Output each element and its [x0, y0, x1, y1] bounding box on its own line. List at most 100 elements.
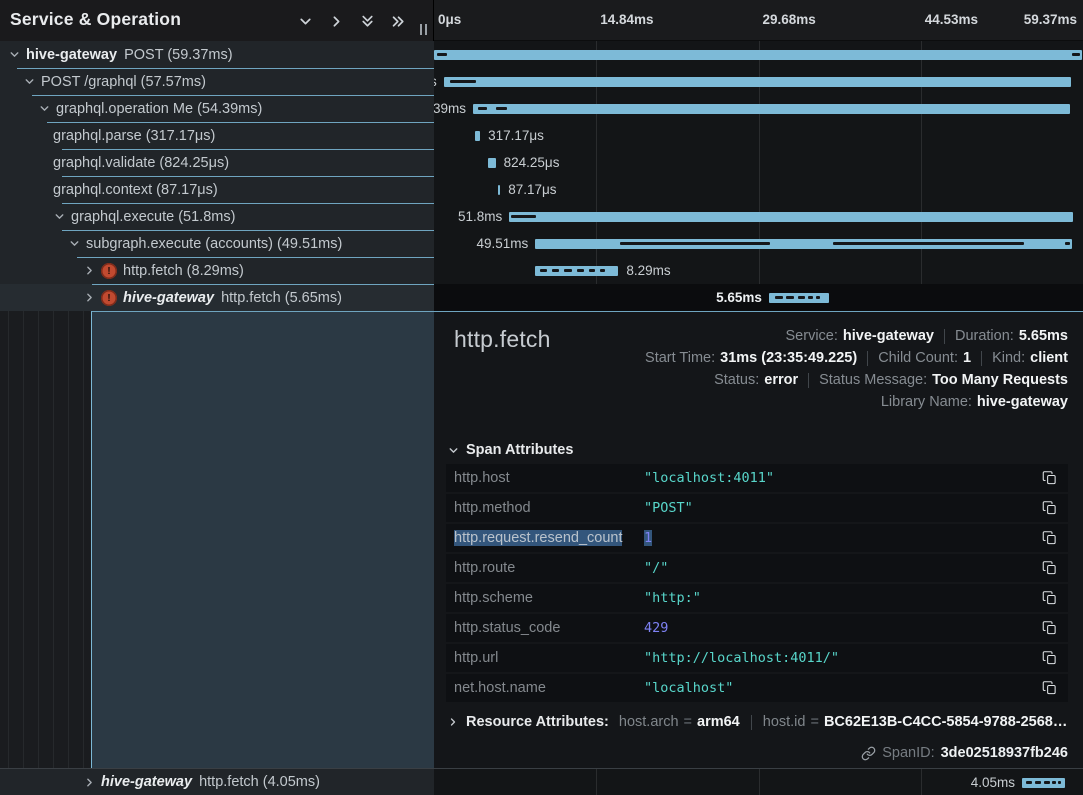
span-attributes-header[interactable]: Span Attributes	[447, 442, 573, 458]
span-tree-row[interactable]: hive-gatewayhttp.fetch (4.05ms)	[0, 768, 434, 795]
span-duration-bar[interactable]	[473, 104, 1070, 114]
timeline-bar-row[interactable]: 87.17μs	[434, 176, 1083, 203]
expand-one-chevron-right-icon[interactable]	[325, 10, 347, 32]
attribute-value: 1	[644, 530, 652, 546]
chevron-down-icon[interactable]	[23, 75, 37, 89]
collapse-one-chevron-down-icon[interactable]	[294, 10, 316, 32]
child-span-mark	[552, 269, 559, 272]
row-underline	[17, 68, 434, 69]
copy-icon[interactable]	[1042, 650, 1058, 666]
span-operation-name: POST (59.37ms)	[124, 47, 233, 63]
bar-duration-label: 824.25μs	[504, 155, 560, 170]
span-operation-name: graphql.execute (51.8ms)	[71, 209, 235, 225]
span-tree-row[interactable]: !hive-gatewayhttp.fetch (5.65ms)	[0, 284, 434, 311]
timeline-bar-row[interactable]: 8.29ms	[434, 257, 1083, 284]
span-attributes-table: http.host"localhost:4011"http.method"POS…	[446, 464, 1068, 704]
span-tree-row[interactable]: !http.fetch (8.29ms)	[0, 257, 434, 284]
timeline-bar-row[interactable]: 54.39ms	[434, 95, 1083, 122]
copy-icon[interactable]	[1042, 500, 1058, 516]
meta-divider	[981, 351, 982, 366]
timeline-bar-row[interactable]	[434, 41, 1083, 68]
row-underline	[77, 257, 434, 258]
resource-attributes-row[interactable]: Resource Attributes: host.arch=arm64host…	[447, 714, 1067, 730]
timeline-tick: 59.37ms	[1024, 12, 1077, 27]
meta-value: error	[764, 372, 798, 388]
meta-label: Library Name:	[881, 394, 972, 410]
child-span-mark	[496, 107, 507, 110]
bar-duration-label: 317.17μs	[488, 128, 544, 143]
chevron-right-icon[interactable]	[83, 264, 97, 278]
span-tree-row[interactable]: POST /graphql (57.57ms)	[0, 68, 434, 95]
child-span-mark	[564, 269, 571, 272]
span-id-value: 3de02518937fb246	[941, 745, 1068, 761]
span-tree: hive-gatewayPOST (59.37ms) POST /graphql …	[0, 41, 434, 311]
child-span-mark	[437, 53, 447, 56]
span-duration-bar[interactable]	[444, 77, 1071, 87]
child-span-mark	[775, 296, 783, 299]
span-duration-bar[interactable]	[488, 158, 496, 168]
timeline-bar-row[interactable]: 57.57ms	[434, 68, 1083, 95]
meta-value: hive-gateway	[843, 328, 934, 344]
chevron-right-icon[interactable]	[83, 291, 97, 305]
span-tree-row[interactable]: graphql.validate (824.25μs)	[0, 149, 434, 176]
span-tree-row[interactable]: graphql.context (87.17μs)	[0, 176, 434, 203]
chevron-down-icon[interactable]	[38, 102, 52, 116]
chevron-right-icon[interactable]	[83, 775, 97, 789]
panel-resize-handle[interactable]	[420, 24, 427, 35]
meta-value: Too Many Requests	[932, 372, 1068, 388]
timeline-bar-row[interactable]: 51.8ms	[434, 203, 1083, 230]
child-span-mark	[816, 296, 820, 299]
chevron-down-icon[interactable]	[8, 48, 22, 62]
timeline-bar-row[interactable]: 4.05ms	[434, 769, 1083, 795]
span-meta-item: Status:error	[714, 372, 798, 388]
tree-header-actions	[294, 10, 409, 32]
timeline-bar-row[interactable]: 49.51ms	[434, 230, 1083, 257]
span-operation-name: POST /graphql (57.57ms)	[41, 74, 206, 90]
resource-divider	[751, 715, 752, 730]
span-duration-bar[interactable]	[434, 50, 1082, 60]
copy-icon[interactable]	[1042, 620, 1058, 636]
chevron-down-icon[interactable]	[53, 210, 67, 224]
meta-value: client	[1030, 350, 1068, 366]
link-icon[interactable]	[861, 746, 876, 761]
copy-icon[interactable]	[1042, 560, 1058, 576]
chevron-down-icon[interactable]	[68, 237, 82, 251]
span-tree-row[interactable]: graphql.execute (51.8ms)	[0, 203, 434, 230]
span-tree-panel: Service & Operation hive-gatewayPOST (59…	[0, 0, 434, 795]
span-tree-row[interactable]: graphql.operation Me (54.39ms)	[0, 95, 434, 122]
span-duration-bar[interactable]	[475, 131, 480, 141]
copy-icon[interactable]	[1042, 590, 1058, 606]
span-tree-row[interactable]: hive-gatewayPOST (59.37ms)	[0, 41, 434, 68]
span-meta-item: Duration:5.65ms	[955, 328, 1068, 344]
span-meta-item: Library Name:hive-gateway	[881, 394, 1068, 410]
span-meta: Service:hive-gateway Duration:5.65ms Start…	[645, 328, 1068, 410]
span-tree-row[interactable]: graphql.parse (317.17μs)	[0, 122, 434, 149]
child-span-mark	[1035, 781, 1041, 784]
timeline-bar-row[interactable]: 317.17μs	[434, 122, 1083, 149]
span-duration-bar[interactable]	[509, 212, 1073, 222]
span-tree-row[interactable]: subgraph.execute (accounts) (49.51ms)	[0, 230, 434, 257]
expand-all-double-chevron-right-icon[interactable]	[387, 10, 409, 32]
collapse-all-double-chevron-down-icon[interactable]	[356, 10, 378, 32]
equals-sign: =	[810, 714, 818, 730]
resource-attributes-items: host.arch=arm64host.id=BC62E13B-C4CC-585…	[619, 714, 1067, 730]
span-meta-item: Service:hive-gateway	[786, 328, 934, 344]
span-meta-item: Start Time:31ms (23:35:49.225)	[645, 350, 857, 366]
child-span-mark	[808, 296, 813, 299]
copy-icon[interactable]	[1042, 470, 1058, 486]
attribute-key: http.request.resend_count	[454, 530, 622, 546]
attribute-value: "/"	[644, 560, 668, 576]
span-operation-name: graphql.parse (317.17μs)	[53, 128, 215, 144]
timeline-bar-row[interactable]: 824.25μs	[434, 149, 1083, 176]
copy-icon[interactable]	[1042, 680, 1058, 696]
copy-icon[interactable]	[1042, 530, 1058, 546]
meta-divider	[808, 373, 809, 388]
child-span-mark	[1072, 53, 1080, 56]
span-service-name: hive-gateway	[101, 774, 192, 790]
bar-duration-label: 57.57ms	[434, 74, 437, 89]
timeline-bar-row[interactable]: 5.65ms	[434, 284, 1083, 311]
span-operation-name: graphql.validate (824.25μs)	[53, 155, 229, 171]
resource-key: host.id	[763, 714, 806, 730]
attribute-row: http.route"/"	[446, 554, 1068, 582]
span-duration-bar[interactable]	[498, 185, 500, 195]
